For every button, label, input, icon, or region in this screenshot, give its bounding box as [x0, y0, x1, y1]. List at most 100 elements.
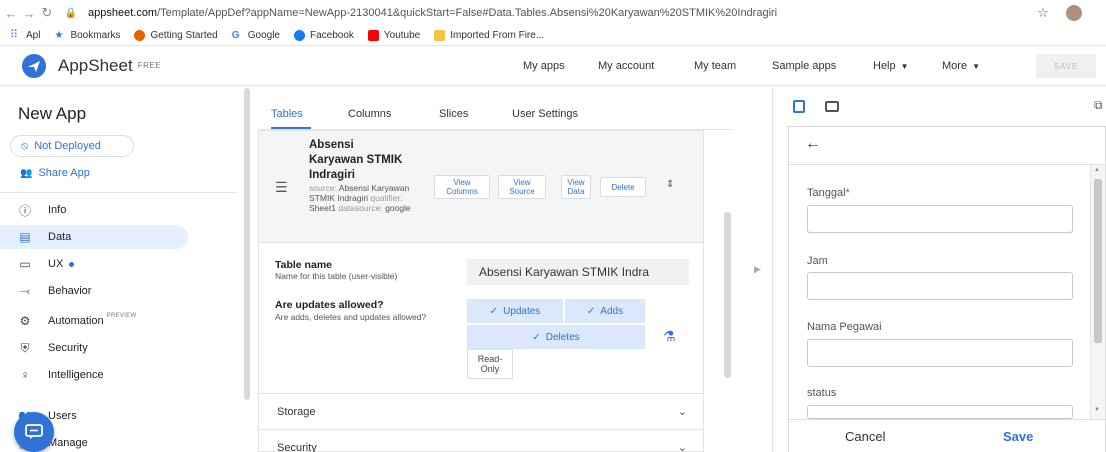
cancel-button[interactable]: Cancel	[845, 429, 885, 444]
view-source-button[interactable]: View Source	[498, 175, 546, 199]
security-section[interactable]: Security ⌄	[259, 429, 703, 452]
sidebar-item-label: Behavior	[48, 285, 92, 297]
nav-my-apps[interactable]: My apps	[523, 46, 565, 86]
deploy-status-label: Not Deployed	[34, 140, 101, 152]
table-meta: source: Absensi Karyawan STMIK Indragiri…	[309, 183, 429, 213]
nav-my-account[interactable]: My account	[598, 46, 654, 86]
preview-scroll-thumb[interactable]	[1094, 179, 1102, 343]
brand-name[interactable]: AppSheet	[58, 56, 133, 76]
view-columns-button[interactable]: View Columns	[434, 175, 490, 199]
reload-icon[interactable]: ↻	[38, 5, 56, 21]
mobile-preview-icon[interactable]	[793, 100, 805, 113]
sidebar-item-label: Users	[48, 410, 77, 422]
url-path: /Template/AppDef?appName=NewApp-2130041&…	[157, 7, 778, 19]
bookmark-star-icon[interactable]: ☆	[1034, 5, 1052, 21]
bookmark-item[interactable]: ⠿ Apl	[10, 30, 40, 42]
tablet-preview-icon[interactable]	[825, 101, 839, 112]
expand-collapse-icon[interactable]: ⇕	[666, 179, 674, 190]
open-external-icon[interactable]: ⧉	[1094, 98, 1103, 113]
scroll-up-icon[interactable]: ▲	[1094, 167, 1100, 173]
updates-allowed-label: Are updates allowed?	[275, 299, 384, 311]
delete-table-button[interactable]: Delete	[600, 177, 646, 197]
preview-scrollbar[interactable]: ▲ ▼	[1090, 165, 1105, 419]
bookmark-item[interactable]: G Google	[232, 30, 280, 41]
preview-header: ←	[789, 127, 1106, 165]
sidebar-item-security[interactable]: ⛨ Security	[0, 336, 188, 360]
forward-arrow-icon[interactable]: →	[20, 6, 38, 21]
app-preview: ← Tanggal* Jam Nama Pegawai status ▲ ▼ Canc…	[788, 126, 1106, 452]
check-icon: ✓	[532, 331, 541, 343]
nav-help[interactable]: Help ▼	[873, 46, 909, 86]
not-deployed-pill[interactable]: ⦸ Not Deployed	[10, 135, 134, 157]
table-card: ☰ Absensi Karyawan STMIK Indragiri sourc…	[258, 130, 704, 452]
tab-slices[interactable]: Slices	[439, 108, 468, 120]
share-people-icon: 👥	[20, 167, 33, 179]
tab-user-settings[interactable]: User Settings	[512, 108, 578, 120]
meta-source-label: source:	[309, 183, 337, 193]
editor-scrollbar[interactable]	[724, 212, 731, 378]
save-form-button[interactable]: Save	[1003, 429, 1033, 444]
nav-help-label: Help	[873, 60, 896, 72]
tier-badge: FREE	[137, 61, 162, 70]
collapse-preview-icon[interactable]: ▶	[754, 264, 761, 275]
browser-url-bar: ← → ↻ 🔒 appsheet.com/Template/AppDef?app…	[0, 0, 1106, 26]
back-arrow-icon[interactable]: ←	[805, 135, 821, 153]
bookmark-item[interactable]: ★ Bookmarks	[54, 30, 120, 41]
profile-avatar[interactable]	[1066, 5, 1082, 21]
url-text[interactable]: appsheet.com/Template/AppDef?appName=New…	[88, 7, 777, 19]
sidebar-item-data[interactable]: ▤ Data	[0, 225, 188, 249]
flask-icon[interactable]: ⚗	[663, 328, 676, 345]
field-input-jam[interactable]	[807, 272, 1073, 300]
table-name-hint: Name for this table (user-visible)	[275, 271, 398, 281]
sidebar-item-automation[interactable]: ⚙ Automation PREVIEW	[0, 309, 188, 333]
deletes-label: Deletes	[545, 331, 580, 343]
field-input-tanggal[interactable]	[807, 205, 1073, 233]
sidebar-item-info[interactable]: ⓘ Info	[0, 198, 188, 222]
adds-toggle[interactable]: ✓ Adds	[565, 299, 645, 323]
sidebar-item-label: Data	[48, 231, 72, 243]
meta-qualifier-value: Sheet1	[309, 203, 336, 213]
deletes-toggle[interactable]: ✓ Deletes	[467, 325, 645, 349]
bookmark-item[interactable]: Imported From Fire...	[434, 30, 544, 41]
sidebar-item-ux[interactable]: ▭ UX	[0, 252, 188, 276]
bookmark-item[interactable]: Facebook	[293, 30, 354, 41]
scroll-down-icon[interactable]: ▼	[1094, 407, 1100, 413]
adds-label: Adds	[600, 305, 624, 317]
active-tab-indicator	[271, 127, 311, 129]
share-app-button[interactable]: 👥 Share App	[10, 162, 130, 184]
updates-toggle[interactable]: ✓ Updates	[467, 299, 563, 323]
app-top-bar: AppSheet FREE My apps My account My team…	[0, 46, 1106, 86]
sidebar-item-behavior[interactable]: ⤙ Behavior	[0, 279, 188, 303]
lock-icon: 🔒	[64, 7, 78, 19]
sidebar-scrollbar[interactable]	[244, 88, 250, 400]
table-title-line: Karyawan STMIK	[309, 154, 403, 166]
bookmark-item[interactable]: Youtube	[367, 30, 420, 41]
table-title-line: Absensi	[309, 139, 354, 151]
ux-status-dot	[69, 261, 75, 267]
storage-section[interactable]: Storage ⌄	[259, 393, 703, 429]
nav-sample-apps[interactable]: Sample apps	[772, 46, 836, 86]
chat-fab-button[interactable]	[14, 412, 54, 452]
save-button[interactable]: SAVE	[1036, 54, 1096, 78]
tab-columns[interactable]: Columns	[348, 108, 391, 120]
field-input-nama-pegawai[interactable]	[807, 339, 1073, 367]
back-arrow-icon[interactable]: ←	[2, 6, 20, 21]
nav-my-team[interactable]: My team	[694, 46, 736, 86]
table-name-input[interactable]: Absensi Karyawan STMIK Indra	[467, 259, 689, 285]
sidebar-item-label: Intelligence	[48, 369, 104, 381]
check-icon: ✓	[489, 305, 499, 317]
updates-allowed-hint: Are adds, deletes and updates allowed?	[275, 312, 427, 322]
field-input-status[interactable]	[807, 405, 1073, 419]
bookmark-item[interactable]: Getting Started	[134, 30, 218, 41]
view-data-button[interactable]: View Data	[561, 175, 591, 199]
preview-footer: Cancel Save	[789, 419, 1105, 452]
info-icon: ⓘ	[18, 203, 31, 218]
bookmark-label: Imported From Fire...	[450, 30, 545, 41]
appsheet-logo-icon[interactable]	[22, 53, 46, 78]
table-card-header[interactable]: ☰ Absensi Karyawan STMIK Indragiri sourc…	[259, 131, 703, 243]
sidebar-item-intelligence[interactable]: ♀ Intelligence	[0, 363, 188, 387]
nav-more[interactable]: More ▼	[942, 46, 980, 86]
url-domain: appsheet.com	[88, 7, 158, 19]
read-only-toggle[interactable]: Read- Only	[467, 349, 513, 379]
tab-tables[interactable]: Tables	[271, 108, 303, 120]
